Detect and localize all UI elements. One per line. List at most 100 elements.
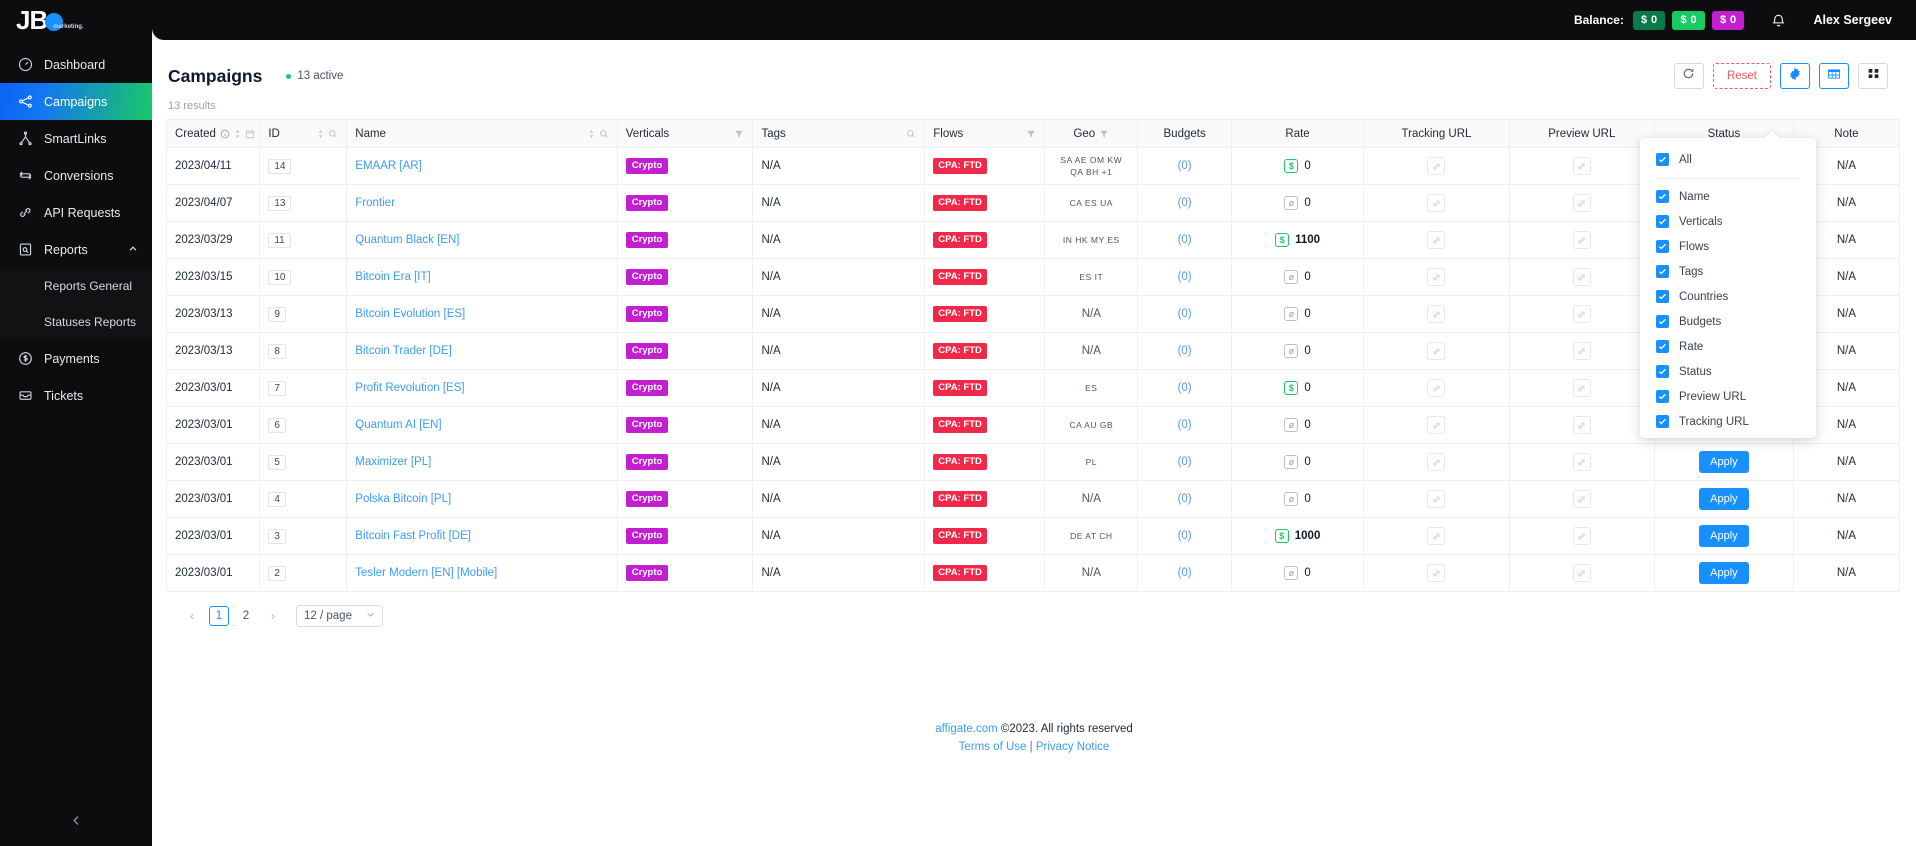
- campaign-name-link[interactable]: Bitcoin Trader [DE]: [355, 345, 452, 357]
- campaign-name-link[interactable]: Bitcoin Evolution [ES]: [355, 308, 465, 320]
- table-row[interactable]: 2023/03/012Tesler Modern [EN] [Mobile]Cr…: [167, 555, 1900, 592]
- copy-preview-url-button[interactable]: [1573, 231, 1591, 249]
- sort-icon[interactable]: [317, 129, 324, 139]
- campaign-name-link[interactable]: Frontier: [355, 197, 395, 209]
- apply-button[interactable]: Apply: [1699, 525, 1749, 547]
- id-badge[interactable]: 11: [268, 233, 290, 248]
- filter-icon[interactable]: [734, 129, 744, 139]
- campaign-name-link[interactable]: Bitcoin Era [IT]: [355, 271, 430, 283]
- id-badge[interactable]: 4: [268, 492, 286, 507]
- user-menu[interactable]: Alex Sergeev: [1813, 13, 1892, 27]
- dropdown-item-status[interactable]: Status: [1640, 359, 1816, 384]
- checkbox-checked-icon[interactable]: [1656, 390, 1669, 403]
- apply-button[interactable]: Apply: [1699, 451, 1749, 473]
- copy-tracking-url-button[interactable]: [1427, 231, 1445, 249]
- copy-tracking-url-button[interactable]: [1427, 453, 1445, 471]
- col-flows[interactable]: Flows: [925, 120, 1045, 148]
- budget-link[interactable]: (0): [1178, 234, 1192, 246]
- campaign-name-link[interactable]: Maximizer [PL]: [355, 456, 431, 468]
- budget-link[interactable]: (0): [1178, 567, 1192, 579]
- budget-link[interactable]: (0): [1178, 308, 1192, 320]
- table-row[interactable]: 2023/03/015Maximizer [PL]CryptoN/ACPA: F…: [167, 444, 1900, 481]
- info-icon[interactable]: [220, 129, 230, 139]
- balance-chip-1[interactable]: $ 0: [1633, 11, 1666, 30]
- id-badge[interactable]: 10: [268, 270, 291, 285]
- col-verticals[interactable]: Verticals: [617, 120, 753, 148]
- copy-preview-url-button[interactable]: [1573, 490, 1591, 508]
- copy-tracking-url-button[interactable]: [1427, 379, 1445, 397]
- id-badge[interactable]: 2: [268, 566, 286, 581]
- copy-tracking-url-button[interactable]: [1427, 490, 1445, 508]
- sidebar-item-payments[interactable]: Payments: [0, 340, 152, 377]
- copy-preview-url-button[interactable]: [1573, 453, 1591, 471]
- calendar-icon[interactable]: [245, 129, 255, 139]
- sidebar-item-campaigns[interactable]: Campaigns: [0, 83, 152, 120]
- copy-preview-url-button[interactable]: [1573, 305, 1591, 323]
- checkbox-checked-icon[interactable]: [1656, 190, 1669, 203]
- copy-tracking-url-button[interactable]: [1427, 194, 1445, 212]
- terms-of-use-link[interactable]: Terms of Use: [959, 741, 1027, 753]
- col-created[interactable]: Created: [167, 120, 260, 148]
- dropdown-item-countries[interactable]: Countries: [1640, 284, 1816, 309]
- pagination-page-1[interactable]: 1: [209, 606, 229, 626]
- budget-link[interactable]: (0): [1178, 271, 1192, 283]
- filter-icon[interactable]: [1026, 129, 1036, 139]
- copy-preview-url-button[interactable]: [1573, 416, 1591, 434]
- budget-link[interactable]: (0): [1178, 197, 1192, 209]
- sidebar-item-tickets[interactable]: Tickets: [0, 377, 152, 414]
- campaign-name-link[interactable]: Tesler Modern [EN] [Mobile]: [355, 567, 497, 579]
- id-badge[interactable]: 7: [268, 381, 286, 396]
- budget-link[interactable]: (0): [1178, 456, 1192, 468]
- settings-button[interactable]: [1780, 63, 1810, 89]
- checkbox-checked-icon[interactable]: [1656, 153, 1669, 166]
- id-badge[interactable]: 3: [268, 529, 286, 544]
- id-badge[interactable]: 14: [268, 159, 291, 174]
- campaign-name-link[interactable]: Polska Bitcoin [PL]: [355, 493, 451, 505]
- sidebar-item-dashboard[interactable]: Dashboard: [0, 46, 152, 83]
- pagination-page-2[interactable]: 2: [236, 606, 256, 626]
- table-row[interactable]: 2023/03/014Polska Bitcoin [PL]CryptoN/AC…: [167, 481, 1900, 518]
- copy-tracking-url-button[interactable]: [1427, 564, 1445, 582]
- copy-preview-url-button[interactable]: [1573, 194, 1591, 212]
- copy-tracking-url-button[interactable]: [1427, 416, 1445, 434]
- copy-preview-url-button[interactable]: [1573, 527, 1591, 545]
- col-geo[interactable]: Geo: [1045, 120, 1138, 148]
- dropdown-item-tags[interactable]: Tags: [1640, 259, 1816, 284]
- id-badge[interactable]: 6: [268, 418, 286, 433]
- campaign-name-link[interactable]: Quantum Black [EN]: [355, 234, 459, 246]
- copy-tracking-url-button[interactable]: [1427, 305, 1445, 323]
- dropdown-item-name[interactable]: Name: [1640, 184, 1816, 209]
- sidebar-item-smartlinks[interactable]: SmartLinks: [0, 120, 152, 157]
- dropdown-item-flows[interactable]: Flows: [1640, 234, 1816, 259]
- sidebar-item-api-requests[interactable]: API Requests: [0, 194, 152, 231]
- copy-tracking-url-button[interactable]: [1427, 157, 1445, 175]
- campaign-name-link[interactable]: Profit Revolution [ES]: [355, 382, 464, 394]
- privacy-notice-link[interactable]: Privacy Notice: [1036, 741, 1110, 753]
- footer-site-link[interactable]: affigate.com: [935, 723, 997, 735]
- sort-icon[interactable]: [588, 129, 595, 139]
- budget-link[interactable]: (0): [1178, 493, 1192, 505]
- copy-tracking-url-button[interactable]: [1427, 527, 1445, 545]
- checkbox-checked-icon[interactable]: [1656, 365, 1669, 378]
- dropdown-item-budgets[interactable]: Budgets: [1640, 309, 1816, 334]
- campaign-name-link[interactable]: Quantum AI [EN]: [355, 419, 441, 431]
- sidebar-item-conversions[interactable]: Conversions: [0, 157, 152, 194]
- dropdown-item-verticals[interactable]: Verticals: [1640, 209, 1816, 234]
- dropdown-item-preview-url[interactable]: Preview URL: [1640, 384, 1816, 409]
- grid-view-button[interactable]: [1858, 63, 1888, 89]
- checkbox-checked-icon[interactable]: [1656, 240, 1669, 253]
- reset-button[interactable]: Reset: [1713, 63, 1771, 89]
- bell-icon[interactable]: [1770, 12, 1787, 29]
- dropdown-item-all[interactable]: All: [1640, 147, 1816, 172]
- budget-link[interactable]: (0): [1178, 160, 1192, 172]
- checkbox-checked-icon[interactable]: [1656, 315, 1669, 328]
- dropdown-item-rate[interactable]: Rate: [1640, 334, 1816, 359]
- search-icon[interactable]: [328, 129, 338, 139]
- search-icon[interactable]: [599, 129, 609, 139]
- checkbox-checked-icon[interactable]: [1656, 215, 1669, 228]
- table-row[interactable]: 2023/03/013Bitcoin Fast Profit [DE]Crypt…: [167, 518, 1900, 555]
- sidebar-collapse-button[interactable]: [0, 814, 152, 832]
- copy-tracking-url-button[interactable]: [1427, 268, 1445, 286]
- campaign-name-link[interactable]: EMAAR [AR]: [355, 160, 421, 172]
- logo[interactable]: JB marketing.: [0, 0, 152, 40]
